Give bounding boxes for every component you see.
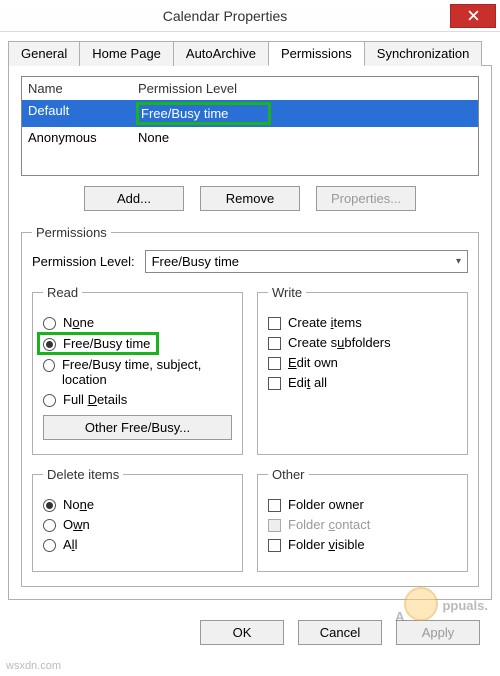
permission-level-value: Free/Busy time — [152, 254, 239, 269]
permissions-group: Permissions Permission Level: Free/Busy … — [21, 225, 479, 587]
write-create-subfolders-label: Create subfolders — [288, 335, 391, 350]
write-edit-own-label: Edit own — [288, 355, 338, 370]
permission-level-select[interactable]: Free/Busy time ▾ — [145, 250, 468, 273]
list-row-anonymous[interactable]: Anonymous None — [22, 127, 478, 148]
write-legend: Write — [268, 285, 306, 300]
tab-general[interactable]: General — [8, 41, 80, 66]
properties-button: Properties... — [316, 186, 416, 211]
remove-button[interactable]: Remove — [200, 186, 300, 211]
radio-icon — [43, 359, 55, 372]
write-edit-all-label: Edit all — [288, 375, 327, 390]
highlight-free-busy: Free/Busy time — [136, 102, 271, 125]
write-edit-own[interactable]: Edit own — [268, 355, 457, 370]
other-folder-visible[interactable]: Folder visible — [268, 537, 457, 552]
write-create-items-label: Create items — [288, 315, 362, 330]
other-free-busy-button[interactable]: Other Free/Busy... — [43, 415, 232, 440]
read-full-details[interactable]: Full Details — [43, 392, 232, 407]
write-create-subfolders[interactable]: Create subfolders — [268, 335, 457, 350]
dialog-button-row: OK Cancel Apply — [0, 608, 500, 665]
header-name: Name — [28, 81, 138, 96]
radio-icon — [43, 338, 56, 351]
checkbox-icon — [268, 357, 281, 370]
delete-legend: Delete items — [43, 467, 123, 482]
checkbox-icon — [268, 377, 281, 390]
delete-all-label: All — [63, 537, 77, 552]
cell-name: Default — [28, 103, 138, 124]
tab-strip: General Home Page AutoArchive Permission… — [8, 40, 492, 65]
window-title: Calendar Properties — [0, 8, 450, 24]
read-none-label: None — [63, 315, 94, 330]
delete-none-label: None — [63, 497, 94, 512]
delete-all[interactable]: All — [43, 537, 232, 552]
radio-icon — [43, 519, 56, 532]
tab-autoarchive[interactable]: AutoArchive — [173, 41, 269, 66]
cancel-button[interactable]: Cancel — [298, 620, 382, 645]
list-header: Name Permission Level — [22, 77, 478, 100]
close-button[interactable] — [450, 4, 496, 28]
checkbox-icon — [268, 317, 281, 330]
cell-level: None — [138, 130, 472, 145]
cell-level: Free/Busy time — [138, 103, 472, 124]
delete-own[interactable]: Own — [43, 517, 232, 532]
radio-icon — [43, 499, 56, 512]
apply-button: Apply — [396, 620, 480, 645]
permissions-legend: Permissions — [32, 225, 111, 240]
add-button[interactable]: Add... — [84, 186, 184, 211]
permissions-list[interactable]: Name Permission Level Default Free/Busy … — [21, 76, 479, 176]
other-folder-visible-label: Folder visible — [288, 537, 365, 552]
permission-level-row: Permission Level: Free/Busy time ▾ — [32, 250, 468, 273]
other-folder-contact: Folder contact — [268, 517, 457, 532]
other-folder-contact-label: Folder contact — [288, 517, 370, 532]
highlight-read-free-busy: Free/Busy time — [37, 332, 159, 355]
chevron-down-icon: ▾ — [456, 256, 461, 267]
tab-synchronization[interactable]: Synchronization — [364, 41, 483, 66]
ok-button[interactable]: OK — [200, 620, 284, 645]
write-create-items[interactable]: Create items — [268, 315, 457, 330]
close-icon — [468, 10, 479, 21]
radio-icon — [43, 394, 56, 407]
permission-level-label: Permission Level: — [32, 254, 135, 269]
read-group: Read None Free/Busy time Free/Busy time,… — [32, 285, 243, 455]
read-none[interactable]: None — [43, 315, 232, 330]
write-group: Write Create items Create subfolders Edi… — [257, 285, 468, 455]
checkbox-icon — [268, 337, 281, 350]
read-free-busy-subject[interactable]: Free/Busy time, subject, location — [43, 357, 232, 387]
delete-group: Delete items None Own All — [32, 467, 243, 572]
checkbox-icon — [268, 519, 281, 532]
tab-home-page[interactable]: Home Page — [79, 41, 174, 66]
other-group: Other Folder owner Folder contact Folder… — [257, 467, 468, 572]
radio-icon — [43, 317, 56, 330]
read-legend: Read — [43, 285, 82, 300]
header-level: Permission Level — [138, 81, 472, 96]
cell-name: Anonymous — [28, 130, 138, 145]
other-folder-owner-label: Folder owner — [288, 497, 364, 512]
read-free-busy-subject-label: Free/Busy time, subject, location — [62, 357, 232, 387]
radio-icon — [43, 539, 56, 552]
read-free-busy-label: Free/Busy time — [63, 336, 150, 351]
list-button-row: Add... Remove Properties... — [21, 186, 479, 211]
list-row-default[interactable]: Default Free/Busy time — [22, 100, 478, 127]
write-edit-all[interactable]: Edit all — [268, 375, 457, 390]
tab-panel: Name Permission Level Default Free/Busy … — [8, 65, 492, 600]
read-full-details-label: Full Details — [63, 392, 127, 407]
other-legend: Other — [268, 467, 309, 482]
delete-none[interactable]: None — [43, 497, 232, 512]
read-free-busy[interactable]: Free/Busy time — [43, 335, 232, 352]
checkbox-icon — [268, 539, 281, 552]
tab-permissions[interactable]: Permissions — [268, 41, 365, 66]
title-bar: Calendar Properties — [0, 0, 500, 32]
credit-text: wsxdn.com — [6, 660, 61, 672]
delete-own-label: Own — [63, 517, 90, 532]
checkbox-icon — [268, 499, 281, 512]
other-folder-owner[interactable]: Folder owner — [268, 497, 457, 512]
